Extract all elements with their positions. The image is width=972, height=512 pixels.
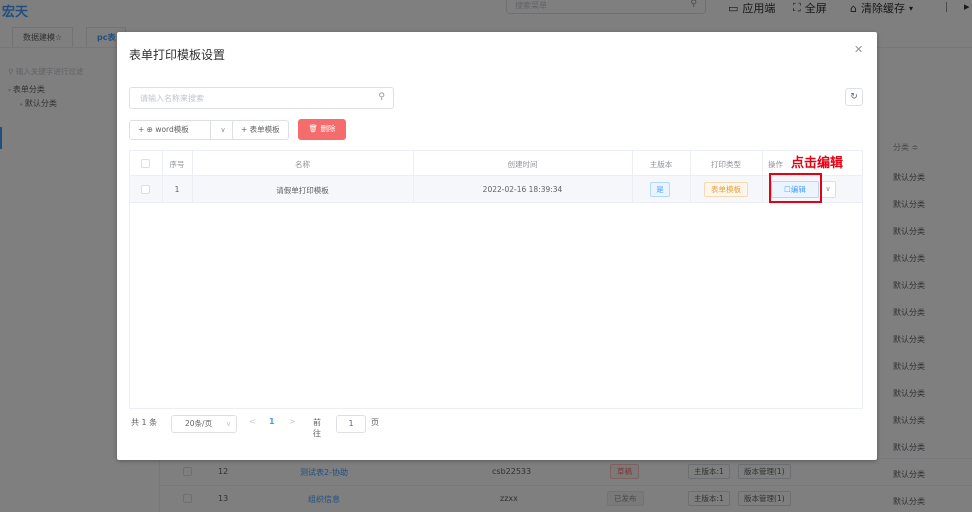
prev-page-button[interactable]: < — [249, 417, 256, 426]
annotation-label: 点击编辑 — [791, 156, 844, 171]
template-name: 请假单打印模板 — [276, 186, 329, 195]
select-all-checkbox[interactable] — [141, 159, 150, 168]
highlight-box — [769, 173, 822, 203]
column-divider — [762, 151, 763, 202]
refresh-button[interactable]: ↻ — [845, 88, 863, 106]
close-icon[interactable]: ✕ — [854, 43, 863, 56]
page-number[interactable]: 1 — [269, 417, 275, 426]
row-index: 1 — [174, 185, 180, 194]
word-template-split-button: + ⊕ word模板 ∨ — [129, 120, 236, 140]
header-divider — [130, 175, 862, 176]
search-icon: ⚲ — [378, 92, 385, 102]
header-created: 创建时间 — [507, 160, 538, 169]
template-search-input[interactable]: 请输入名称来搜索 ⚲ — [129, 87, 394, 109]
print-type-badge: 表单模板 — [704, 182, 748, 197]
goto-page-input[interactable]: 1 — [336, 415, 366, 433]
main-version-badge: 是 — [650, 182, 670, 197]
template-search-placeholder: 请输入名称来搜索 — [140, 94, 204, 103]
chevron-down-icon: ∨ — [225, 420, 231, 428]
word-template-button[interactable]: + ⊕ word模板 — [138, 124, 189, 135]
header-name: 名称 — [295, 160, 310, 169]
page-size-select[interactable]: 20条/页 ∨ — [171, 415, 237, 433]
goto-unit: 页 — [371, 418, 379, 427]
add-form-template-button[interactable]: + 表单模板 — [232, 120, 289, 140]
delete-button[interactable]: 🗑 删除 — [298, 119, 346, 140]
more-actions-dropdown[interactable]: ∨ — [820, 181, 836, 198]
dialog-title: 表单打印模板设置 — [129, 48, 226, 62]
next-page-button[interactable]: > — [289, 417, 296, 426]
header-print-type: 打印类型 — [711, 160, 741, 169]
header-index: 序号 — [169, 160, 185, 169]
pager-total: 共 1 条 — [131, 418, 158, 427]
header-operation: 操作 — [768, 160, 783, 169]
print-template-dialog: 表单打印模板设置 ✕ 请输入名称来搜索 ⚲ ↻ + ⊕ word模板 ∨ + 表… — [117, 32, 877, 460]
refresh-icon: ↻ — [850, 92, 858, 102]
page-size-value: 20条/页 — [185, 419, 213, 428]
template-table: 序号 名称 创建时间 主版本 打印类型 操作 1 请假单打印模板 2022-02… — [129, 150, 863, 409]
created-time: 2022-02-16 18:39:34 — [482, 185, 563, 194]
row-divider — [130, 202, 862, 203]
header-main-version: 主版本 — [649, 160, 673, 169]
row-checkbox[interactable] — [141, 185, 150, 194]
goto-label: 前往 — [313, 418, 321, 438]
